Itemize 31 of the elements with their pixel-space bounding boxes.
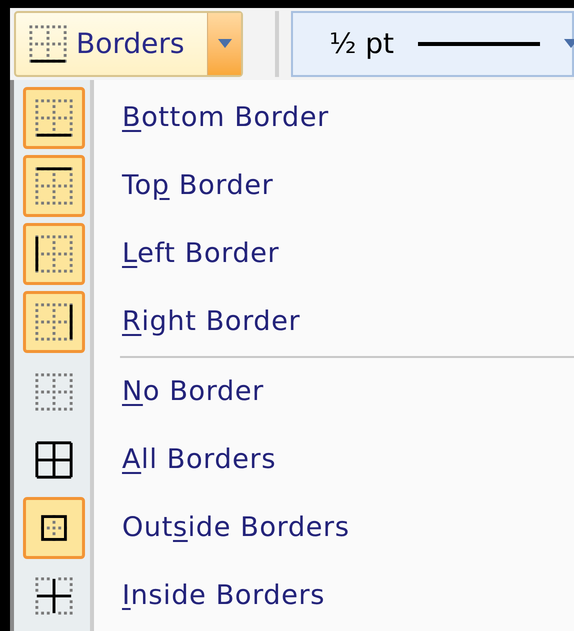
border-icon xyxy=(34,576,74,616)
caret-icon xyxy=(564,39,574,49)
menu-item-label: No Border xyxy=(122,374,264,409)
border-icon xyxy=(34,166,74,206)
menu-item-label: Top Border xyxy=(122,168,274,203)
menu-item[interactable]: No Border xyxy=(14,358,574,426)
menu-item[interactable]: Left Border xyxy=(14,220,574,288)
borders-split-button[interactable]: Borders xyxy=(14,11,244,77)
menu-item-label: Left Border xyxy=(122,236,280,271)
caret-icon xyxy=(218,39,232,49)
menu-item[interactable]: Outside Borders xyxy=(14,494,574,562)
border-icon xyxy=(34,98,74,138)
menu-item[interactable]: I nside Borders xyxy=(14,562,574,630)
menu-item-label: All Borders xyxy=(122,442,276,477)
border-icon xyxy=(28,24,68,64)
menu-item-label: Outside Borders xyxy=(122,510,350,545)
menu-item[interactable]: All Borders xyxy=(14,426,574,494)
menu-item[interactable]: Bottom Border xyxy=(14,84,574,152)
menu-item-label: Bottom Border xyxy=(122,100,329,135)
line-weight-dropdown[interactable]: ½ pt xyxy=(291,11,574,77)
line-weight-value: ½ pt xyxy=(329,26,394,62)
menu-item[interactable]: Top Border xyxy=(14,152,574,220)
border-icon xyxy=(34,234,74,274)
menu-item-label: I nside Borders xyxy=(122,578,326,613)
menu-item[interactable]: Right Border xyxy=(14,288,574,356)
menu-item-label: Right Border xyxy=(122,304,300,339)
border-icon xyxy=(34,302,74,342)
line-sample-icon xyxy=(418,42,540,46)
borders-label: Borders xyxy=(76,26,184,62)
border-icon xyxy=(34,372,74,412)
border-icon xyxy=(34,440,74,480)
